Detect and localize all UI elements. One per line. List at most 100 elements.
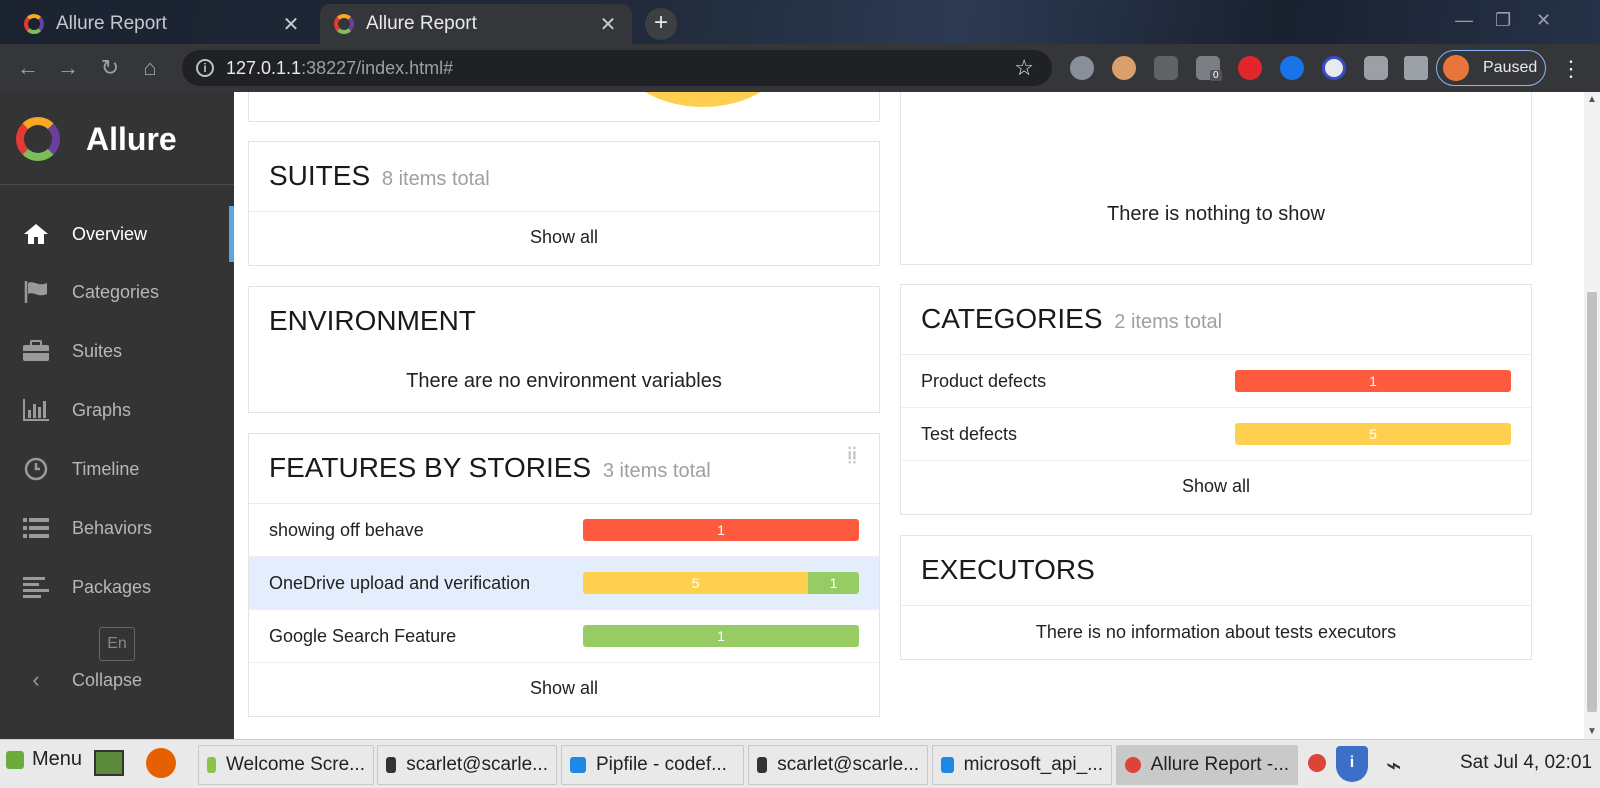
window-title: microsoft_api_...	[963, 754, 1103, 775]
close-tab-icon[interactable]: ✕	[281, 12, 301, 37]
widget-features-by-stories: FEATURES BY STORIES 3 items total ⠿ ⠿ sho…	[248, 433, 880, 717]
widget-environment: ENVIRONMENT There are no environment var…	[248, 286, 880, 413]
nav-item-suites[interactable]: Suites	[0, 323, 234, 379]
close-tab-icon[interactable]: ✕	[598, 12, 618, 37]
terminal-launcher-icon[interactable]	[94, 750, 124, 776]
start-menu-button[interactable]: Menu	[6, 748, 82, 771]
empty-message: There is no information about tests exec…	[1035, 622, 1397, 642]
list-item[interactable]: Test defects 5	[901, 408, 1531, 461]
network-tray-icon[interactable]: ⌁	[1386, 750, 1402, 781]
page-scrollbar[interactable]: ▲ ▼	[1584, 92, 1600, 739]
app-icon	[207, 757, 216, 773]
back-arrow-icon[interactable]: ←	[12, 52, 44, 84]
firefox-launcher-icon[interactable]	[146, 748, 176, 778]
drag-handle-icon[interactable]: ⠿ ⠿	[846, 447, 859, 469]
puzzle-extensions-icon[interactable]	[1404, 56, 1428, 80]
nav-item-categories[interactable]: Categories	[0, 264, 234, 320]
home-icon[interactable]: ⌂	[134, 52, 166, 84]
browser-tab-2[interactable]: Allure Report ✕	[320, 4, 632, 44]
features-list: showing off behave 1 OneDrive upload and v…	[249, 504, 879, 663]
empty-message: There is nothing to show	[1107, 203, 1325, 225]
minimize-window-button[interactable]: —	[1455, 10, 1473, 31]
item-name: OneDrive upload and verification	[269, 573, 531, 593]
status-segment-broken: 5	[1235, 423, 1511, 445]
browser-tab-1[interactable]: Allure Report ✕	[10, 4, 315, 44]
item-name: Google Search Feature	[269, 626, 457, 646]
globe-extension-icon[interactable]	[1070, 56, 1094, 80]
site-info-icon[interactable]: i	[196, 59, 214, 77]
widget-title: ENVIRONMENT	[269, 305, 476, 336]
nav-label: Graphs	[72, 399, 132, 420]
widget-title: FEATURES BY STORIES	[269, 452, 592, 483]
owl-extension-icon[interactable]	[1112, 56, 1136, 80]
address-bar[interactable]: i 127.0.1.1:38227/index.html# ☆	[182, 50, 1052, 86]
widget-header: CATEGORIES 2 items total	[901, 285, 1531, 355]
clock-icon	[22, 457, 50, 481]
flag-icon	[22, 280, 50, 304]
brand[interactable]: Allure	[16, 114, 177, 164]
taskbar-window-terminal-1[interactable]: scarlet@scarle...	[377, 745, 557, 785]
status-bar: 1	[583, 625, 859, 647]
show-all-link[interactable]: Show all	[249, 212, 879, 264]
clock[interactable]: Sat Jul 4, 02:01	[1460, 752, 1592, 774]
nav-item-graphs[interactable]: Graphs	[0, 382, 234, 438]
nav-label: Overview	[72, 223, 148, 244]
taskbar-window-welcome[interactable]: Welcome Scre...	[198, 745, 374, 785]
bookmark-star-icon[interactable]: ☆	[1014, 50, 1034, 86]
scroll-up-icon[interactable]: ▲	[1587, 94, 1597, 105]
vscode-icon	[941, 757, 954, 773]
shield-tray-icon[interactable]: i	[1336, 746, 1368, 782]
collapse-button[interactable]: ‹ Collapse	[0, 652, 234, 708]
window-title: Pipfile - codef...	[596, 754, 727, 775]
list-item[interactable]: Google Search Feature 1	[249, 610, 879, 663]
taskbar-window-vscode-2[interactable]: microsoft_api_...	[932, 745, 1112, 785]
allure-favicon-icon	[24, 14, 44, 34]
password-extension-icon[interactable]	[1154, 56, 1178, 80]
profile-button[interactable]: Paused	[1436, 50, 1546, 86]
side-nav: Allure Overview Categories Suites Graphs…	[0, 92, 234, 739]
taskbar-window-chrome[interactable]: Allure Report -...	[1116, 745, 1298, 785]
url-text: 127.0.1.1:38227/index.html#	[226, 58, 454, 78]
bookmark-extension-icon[interactable]	[1364, 56, 1388, 80]
adblock-extension-icon[interactable]	[1238, 56, 1262, 80]
reload-icon[interactable]: ↻	[94, 52, 126, 84]
status-bar: 51	[583, 572, 859, 594]
list-item[interactable]: showing off behave 1	[249, 504, 879, 557]
bar-chart-icon	[22, 398, 50, 422]
nav-item-timeline[interactable]: Timeline	[0, 441, 234, 497]
new-tab-button[interactable]: +	[645, 8, 677, 40]
scrollbar-thumb[interactable]	[1587, 292, 1597, 712]
browser-toolbar: ← → ↻ ⌂ i 127.0.1.1:38227/index.html# ☆ …	[0, 44, 1600, 92]
widget-header: SUITES 8 items total	[249, 142, 879, 212]
list-item[interactable]: Product defects 1	[901, 355, 1531, 408]
show-all-link[interactable]: Show all	[901, 461, 1531, 513]
taskbar-window-terminal-2[interactable]: scarlet@scarle...	[748, 745, 928, 785]
chrome-tray-icon[interactable]	[1308, 754, 1326, 772]
close-window-button[interactable]: ✕	[1536, 10, 1551, 31]
show-all-link[interactable]: Show all	[249, 663, 879, 715]
forward-arrow-icon[interactable]: →	[52, 52, 84, 84]
nav-item-behaviors[interactable]: Behaviors	[0, 500, 234, 556]
screen: Allure Report ✕ Allure Report ✕ + — ❐ ✕ …	[0, 0, 1600, 788]
taskbar-window-vscode-1[interactable]: Pipfile - codef...	[561, 745, 744, 785]
scroll-down-icon[interactable]: ▼	[1587, 726, 1597, 737]
nav-item-overview[interactable]: Overview	[0, 206, 234, 262]
mint-logo-icon	[6, 750, 24, 769]
nav-divider	[0, 184, 234, 185]
list-item[interactable]: OneDrive upload and verification 5 1	[249, 557, 879, 610]
chevron-left-icon: ‹	[32, 667, 40, 692]
nav-label: Categories	[72, 281, 160, 302]
list-icon	[22, 516, 50, 540]
more-menu-icon[interactable]: ⋮	[1560, 56, 1582, 82]
widget-suites: SUITES 8 items total Show all	[248, 141, 880, 266]
window-title: scarlet@scarle...	[777, 754, 919, 775]
profile-status: Paused	[1483, 59, 1538, 76]
sync-extension-icon[interactable]	[1280, 56, 1304, 80]
item-name: Test defects	[921, 424, 1018, 444]
nav-label: Timeline	[72, 458, 140, 479]
nav-item-packages[interactable]: Packages	[0, 559, 234, 615]
empty-message: There are no environment variables	[406, 370, 722, 392]
maximize-window-button[interactable]: ❐	[1495, 10, 1511, 31]
briefcase-icon	[22, 339, 50, 363]
block-extension-icon[interactable]	[1322, 56, 1346, 80]
